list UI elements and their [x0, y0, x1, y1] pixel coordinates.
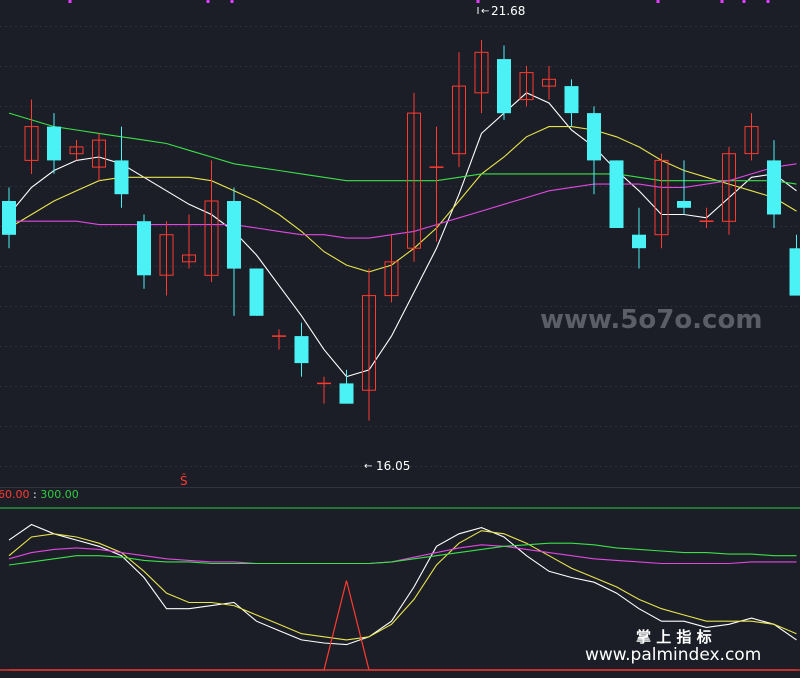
top-marker	[720, 0, 724, 3]
candle-body	[294, 336, 309, 364]
watermark-site-bottom: www.palmindex.com	[585, 645, 761, 665]
chart-background	[0, 0, 800, 678]
top-marker	[742, 0, 746, 3]
candle-body	[114, 160, 129, 195]
candle-body	[339, 383, 354, 404]
candle-body	[2, 201, 16, 235]
stock-chart: ← 21.68 ← 16.05 Ŝ www.5o7o.com 60.00 : 3…	[0, 0, 800, 678]
top-marker	[230, 0, 234, 3]
low-arrow: ←	[364, 461, 372, 472]
candle-body	[47, 126, 61, 161]
candle-body	[564, 86, 579, 114]
candle-body	[632, 234, 646, 249]
top-marker	[656, 0, 660, 3]
low-price-label: 16.05	[376, 459, 410, 473]
high-price-label: 21.68	[491, 4, 525, 18]
top-marker	[206, 0, 210, 3]
indicator-header: 60.00 : 300.00	[0, 488, 79, 501]
top-marker	[68, 0, 72, 3]
candle-body	[767, 160, 781, 215]
candle-body	[789, 248, 800, 296]
candle-body	[677, 201, 691, 208]
watermark-site-top: www.5o7o.com	[540, 305, 762, 335]
watermark-brand-cn: 掌 上 指 标	[636, 628, 712, 646]
indicator-value-red: 60.00	[0, 488, 30, 501]
candle-body	[137, 221, 151, 276]
indicator-value-green: 300.00	[40, 488, 79, 501]
indicator-separator: :	[30, 488, 41, 501]
high-arrow: ←	[481, 6, 489, 17]
candle-body	[609, 160, 624, 228]
candle-body	[227, 201, 241, 269]
buy-signal-marker: Ŝ	[180, 473, 188, 488]
candle-body	[497, 59, 511, 114]
top-marker	[766, 0, 770, 3]
candle-body	[587, 113, 601, 161]
candle-body	[249, 268, 264, 316]
top-marker	[476, 0, 480, 3]
